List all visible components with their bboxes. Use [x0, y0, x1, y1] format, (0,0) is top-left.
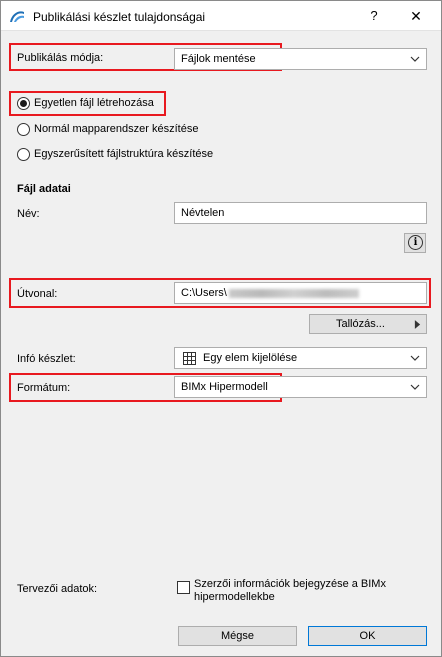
chevron-right-icon: [414, 320, 421, 329]
radio-simplified-structure-label[interactable]: Egyszerűsített fájlstruktúra készítése: [34, 148, 213, 160]
ok-button[interactable]: OK: [308, 626, 427, 646]
designer-data-label: Tervezői adatok:: [17, 583, 98, 595]
publish-mode-select[interactable]: Fájlok mentése: [174, 48, 427, 70]
publish-mode-value: Fájlok mentése: [181, 53, 256, 65]
archicad-logo-icon: [9, 9, 25, 23]
chevron-down-icon: [410, 56, 420, 62]
title-bar: Publikálási készlet tulajdonságai ? ✕: [1, 1, 441, 31]
window-title: Publikálási készlet tulajdonságai: [33, 10, 206, 24]
path-value: C:\Users\: [181, 287, 227, 299]
format-select[interactable]: BIMx Hipermodell: [174, 376, 427, 398]
radio-single-file-label[interactable]: Egyetlen fájl létrehozása: [34, 97, 154, 109]
browse-button-label: Tallózás...: [336, 318, 385, 330]
close-button[interactable]: ✕: [405, 6, 427, 26]
info-set-value: Egy elem kijelölése: [203, 352, 298, 364]
author-info-checkbox-label-line2[interactable]: hipermodellekbe: [194, 591, 275, 603]
name-label: Név:: [17, 208, 40, 220]
file-data-heading: Fájl adatai: [17, 183, 71, 195]
chevron-down-icon: [410, 384, 420, 390]
info-icon: i: [408, 235, 423, 250]
radio-normal-folders-label[interactable]: Normál mapparendszer készítése: [34, 123, 198, 135]
help-button[interactable]: ?: [363, 6, 385, 26]
chevron-down-icon: [410, 355, 420, 361]
radio-single-file[interactable]: [17, 97, 30, 110]
info-button[interactable]: i: [404, 233, 426, 253]
format-label: Formátum:: [17, 382, 71, 394]
info-set-select[interactable]: Egy elem kijelölése: [174, 347, 427, 369]
name-field[interactable]: Névtelen: [174, 202, 427, 224]
browse-button[interactable]: Tallózás...: [309, 314, 427, 334]
path-label: Útvonal:: [17, 288, 58, 300]
radio-normal-folders[interactable]: [17, 123, 30, 136]
publish-mode-label: Publikálás módja:: [17, 52, 104, 64]
format-value: BIMx Hipermodell: [181, 381, 268, 393]
path-field[interactable]: C:\Users\: [174, 282, 427, 304]
table-grid-icon: [183, 352, 196, 365]
author-info-checkbox[interactable]: [177, 581, 190, 594]
radio-simplified-structure[interactable]: [17, 148, 30, 161]
redacted-username: [228, 288, 359, 298]
info-set-label: Infó készlet:: [17, 353, 76, 365]
dialog-window: Publikálási készlet tulajdonságai ? ✕ Pu…: [0, 0, 442, 657]
author-info-checkbox-label-line1[interactable]: Szerzői információk bejegyzése a BIMx: [194, 578, 386, 590]
cancel-button[interactable]: Mégse: [178, 626, 297, 646]
